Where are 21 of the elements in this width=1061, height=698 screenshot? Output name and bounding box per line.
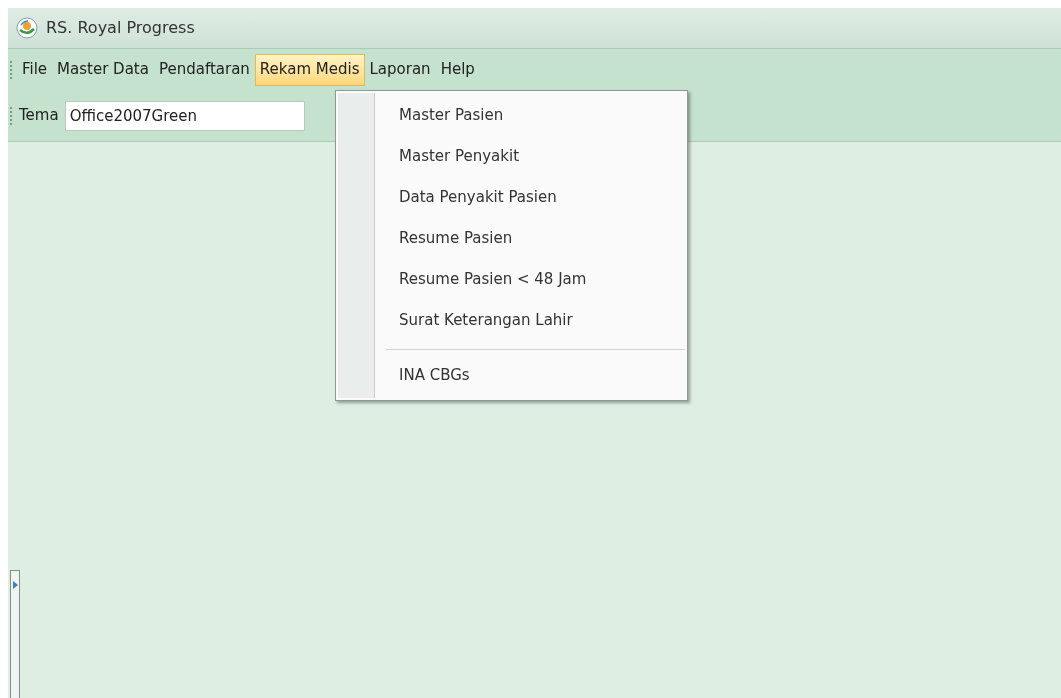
menu-item[interactable]: File	[17, 53, 53, 86]
dropdown-item[interactable]: Data Penyakit Pasien	[336, 177, 687, 218]
dropdown-item[interactable]: Surat Keterangan Lahir	[336, 300, 687, 341]
grip-icon	[10, 106, 13, 125]
theme-field[interactable]: Office2007Green	[64, 100, 305, 131]
menu-item[interactable]: Rekam Medis	[254, 53, 365, 86]
menu-item[interactable]: Help	[435, 53, 480, 86]
arrow-right-icon	[12, 581, 18, 589]
dropdown-item[interactable]: Master Pasien	[336, 95, 687, 136]
grip-icon	[10, 60, 13, 79]
collapse-handle[interactable]	[10, 570, 20, 698]
dropdown-item[interactable]: Master Penyakit	[336, 136, 687, 177]
menu-item[interactable]: Pendaftaran	[153, 53, 255, 86]
theme-label: Tema	[19, 105, 59, 127]
menu-item[interactable]: Laporan	[364, 53, 436, 86]
dropdown-item[interactable]: Resume Pasien	[336, 218, 687, 259]
dropdown-item[interactable]: Resume Pasien < 48 Jam	[336, 259, 687, 300]
dropdown-item[interactable]: INA CBGs	[336, 355, 687, 396]
window-title: RS. Royal Progress	[46, 17, 195, 39]
menu-item[interactable]: Master Data	[52, 53, 154, 86]
app-logo-icon	[16, 17, 38, 39]
